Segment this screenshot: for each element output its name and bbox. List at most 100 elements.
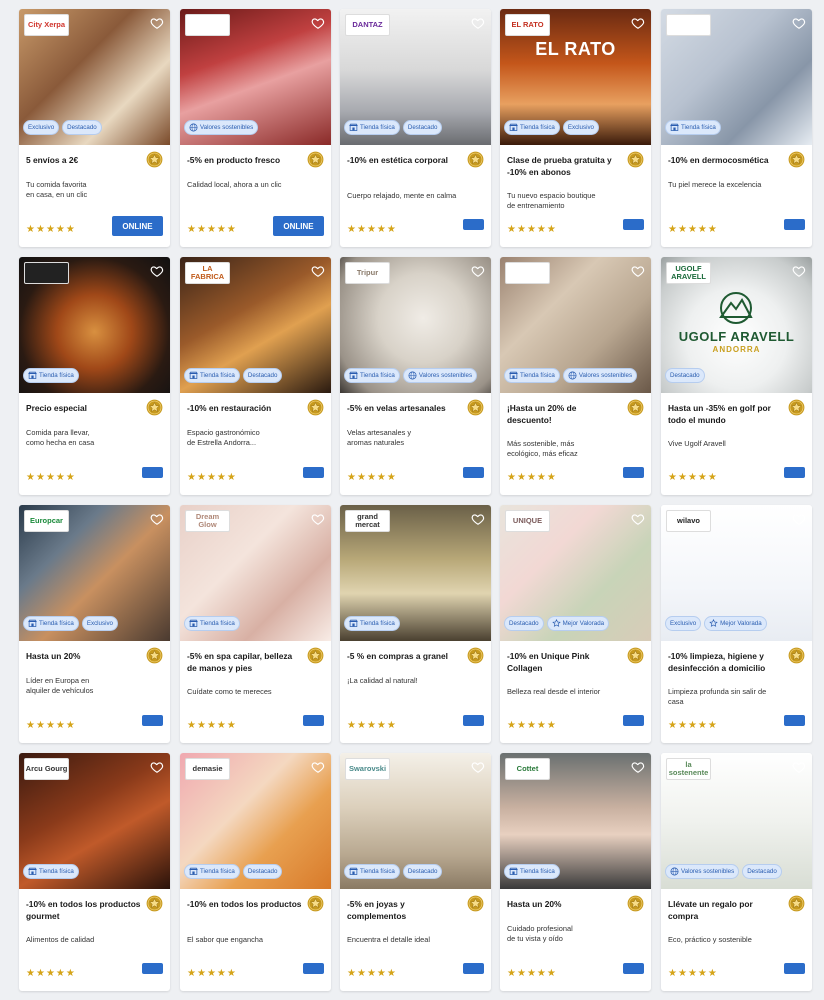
favorite-heart-icon[interactable]: [311, 15, 325, 29]
offer-image[interactable]: UGOLF ARAVELL ANDORRA UGOLF ARAVELL Desta…: [661, 257, 812, 393]
favorite-heart-icon[interactable]: [311, 759, 325, 773]
offer-card[interactable]: City Xerpa Exclusivo Destacado 5 envíos a…: [19, 9, 170, 247]
offer-card[interactable]: Dream Glow Tienda física -5% en spa capi…: [180, 505, 331, 743]
offer-card[interactable]: Arcu Gourg Tienda física -10% en todos l…: [19, 753, 170, 991]
offer-button[interactable]: [303, 963, 324, 974]
favorite-heart-icon[interactable]: [792, 511, 806, 525]
offer-card[interactable]: UNIQUE Destacado Mejor Valorada -10% en U…: [500, 505, 651, 743]
offer-button[interactable]: [463, 467, 484, 478]
favorite-heart-icon[interactable]: [150, 15, 164, 29]
offer-card[interactable]: Europcar Tienda física Exclusivo Hasta un…: [19, 505, 170, 743]
offer-button[interactable]: [142, 963, 163, 974]
favorite-heart-icon[interactable]: [311, 263, 325, 277]
offer-image[interactable]: demasie Tienda física Destacado: [180, 753, 331, 889]
offer-image[interactable]: wilavo Exclusivo Mejor Valorada: [661, 505, 812, 641]
offer-image[interactable]: Valores sostenibles: [180, 9, 331, 145]
offer-card[interactable]: grand mercat Tienda física -5 % en compr…: [340, 505, 491, 743]
favorite-heart-icon[interactable]: [631, 263, 645, 277]
offer-image[interactable]: la sostenente Valores sostenibles Destaca…: [661, 753, 812, 889]
offer-image[interactable]: Arcu Gourg Tienda física: [19, 753, 170, 889]
favorite-heart-icon[interactable]: [150, 511, 164, 525]
offer-button[interactable]: [784, 715, 805, 726]
star-icon: ★: [697, 472, 707, 483]
online-button[interactable]: ONLINE: [112, 216, 163, 236]
offer-badges: Tienda física Destacado: [344, 120, 443, 135]
favorite-heart-icon[interactable]: [792, 759, 806, 773]
favorite-heart-icon[interactable]: [471, 263, 485, 277]
offer-badges: Tienda física: [23, 368, 79, 383]
offer-image[interactable]: LA FABRICA Tienda física Destacado: [180, 257, 331, 393]
offer-image[interactable]: DANTAZ Tienda física Destacado: [340, 9, 491, 145]
rating-stars: ★ ★ ★ ★ ★: [187, 225, 236, 235]
offer-description: Cuídate como te mereces: [187, 687, 272, 696]
offer-title: -10% en restauración: [187, 403, 272, 413]
offer-image[interactable]: Tienda física: [19, 257, 170, 393]
star-icon: ★: [668, 720, 677, 731]
offer-card[interactable]: Tripur Tienda física Valores sostenibles …: [340, 257, 491, 495]
favorite-heart-icon[interactable]: [471, 511, 485, 525]
offer-description: Belleza real desde el interior: [507, 687, 601, 696]
favorite-heart-icon[interactable]: [631, 15, 645, 29]
badge-valores-sostenibles: Valores sostenibles: [402, 368, 478, 383]
offer-card[interactable]: Swarovski Tienda física Destacado -5% en …: [340, 753, 491, 991]
offer-description: Comida para llevar, como hecha en casa: [26, 428, 95, 447]
favorite-heart-icon[interactable]: [150, 263, 164, 277]
offer-card[interactable]: DANTAZ Tienda física Destacado -10% en es…: [340, 9, 491, 247]
star-icon: ★: [26, 720, 35, 731]
offer-card[interactable]: Cottet Tienda física Hasta un 20% Cuidad…: [500, 753, 651, 991]
brand-logo: UNIQUE: [505, 510, 550, 532]
offer-image[interactable]: EL RATO EL RATO Tienda física Exclusivo: [500, 9, 651, 145]
offer-card[interactable]: Tienda física -10% en dermocosmética Tu …: [661, 9, 812, 247]
offer-button[interactable]: [463, 963, 484, 974]
rating-stars: ★ ★ ★ ★ ★: [26, 473, 75, 483]
favorite-heart-icon[interactable]: [792, 263, 806, 277]
offer-image[interactable]: Dream Glow Tienda física: [180, 505, 331, 641]
offer-image[interactable]: Tripur Tienda física Valores sostenibles: [340, 257, 491, 393]
offer-card[interactable]: UGOLF ARAVELL ANDORRA UGOLF ARAVELL Desta…: [661, 257, 812, 495]
offer-button[interactable]: [784, 467, 805, 478]
offer-button[interactable]: [784, 963, 805, 974]
offer-button[interactable]: [142, 467, 163, 478]
offer-image[interactable]: Europcar Tienda física Exclusivo: [19, 505, 170, 641]
offer-button[interactable]: [303, 715, 324, 726]
favorite-heart-icon[interactable]: [631, 511, 645, 525]
offer-button[interactable]: [623, 963, 644, 974]
offer-card[interactable]: demasie Tienda física Destacado -10% en t…: [180, 753, 331, 991]
offer-card[interactable]: Valores sostenibles -5% en producto fres…: [180, 9, 331, 247]
offer-card[interactable]: EL RATO EL RATO Tienda física Exclusivo C…: [500, 9, 651, 247]
offer-button[interactable]: [463, 219, 484, 230]
offer-button[interactable]: [623, 715, 644, 726]
offer-card[interactable]: wilavo Exclusivo Mejor Valorada -10% limp…: [661, 505, 812, 743]
offer-image[interactable]: Tienda física Valores sostenibles: [500, 257, 651, 393]
offer-card[interactable]: LA FABRICA Tienda física Destacado -10% e…: [180, 257, 331, 495]
offer-image[interactable]: City Xerpa Exclusivo Destacado: [19, 9, 170, 145]
offer-title: -10% en dermocosmética: [668, 155, 769, 165]
offer-badges: Tienda física: [23, 864, 79, 879]
offer-image[interactable]: Cottet Tienda física: [500, 753, 651, 889]
star-icon: ★: [536, 720, 546, 731]
offer-image[interactable]: UNIQUE Destacado Mejor Valorada: [500, 505, 651, 641]
offer-card[interactable]: Tienda física Valores sostenibles ¡Hasta …: [500, 257, 651, 495]
favorite-heart-icon[interactable]: [631, 759, 645, 773]
offer-button[interactable]: [784, 219, 805, 230]
offer-image[interactable]: grand mercat Tienda física: [340, 505, 491, 641]
offer-badges: Exclusivo Destacado: [23, 120, 102, 135]
offer-button[interactable]: [142, 715, 163, 726]
offer-button[interactable]: [463, 715, 484, 726]
offer-button[interactable]: [303, 467, 324, 478]
offer-card[interactable]: la sostenente Valores sostenibles Destaca…: [661, 753, 812, 991]
offer-image[interactable]: Swarovski Tienda física Destacado: [340, 753, 491, 889]
favorite-heart-icon[interactable]: [150, 759, 164, 773]
favorite-heart-icon[interactable]: [311, 511, 325, 525]
offer-button[interactable]: [623, 467, 644, 478]
favorite-heart-icon[interactable]: [792, 15, 806, 29]
favorite-heart-icon[interactable]: [471, 15, 485, 29]
offer-button[interactable]: [623, 219, 644, 230]
online-button[interactable]: ONLINE: [273, 216, 324, 236]
offer-badges: Tienda física Valores sostenibles: [344, 368, 478, 383]
offer-card[interactable]: Tienda física Precio especial Comida par…: [19, 257, 170, 495]
rating-stars: ★ ★ ★ ★ ★: [507, 969, 556, 979]
favorite-heart-icon[interactable]: [471, 759, 485, 773]
offer-image[interactable]: Tienda física: [661, 9, 812, 145]
image-overlay-text: EL RATO: [535, 39, 616, 59]
